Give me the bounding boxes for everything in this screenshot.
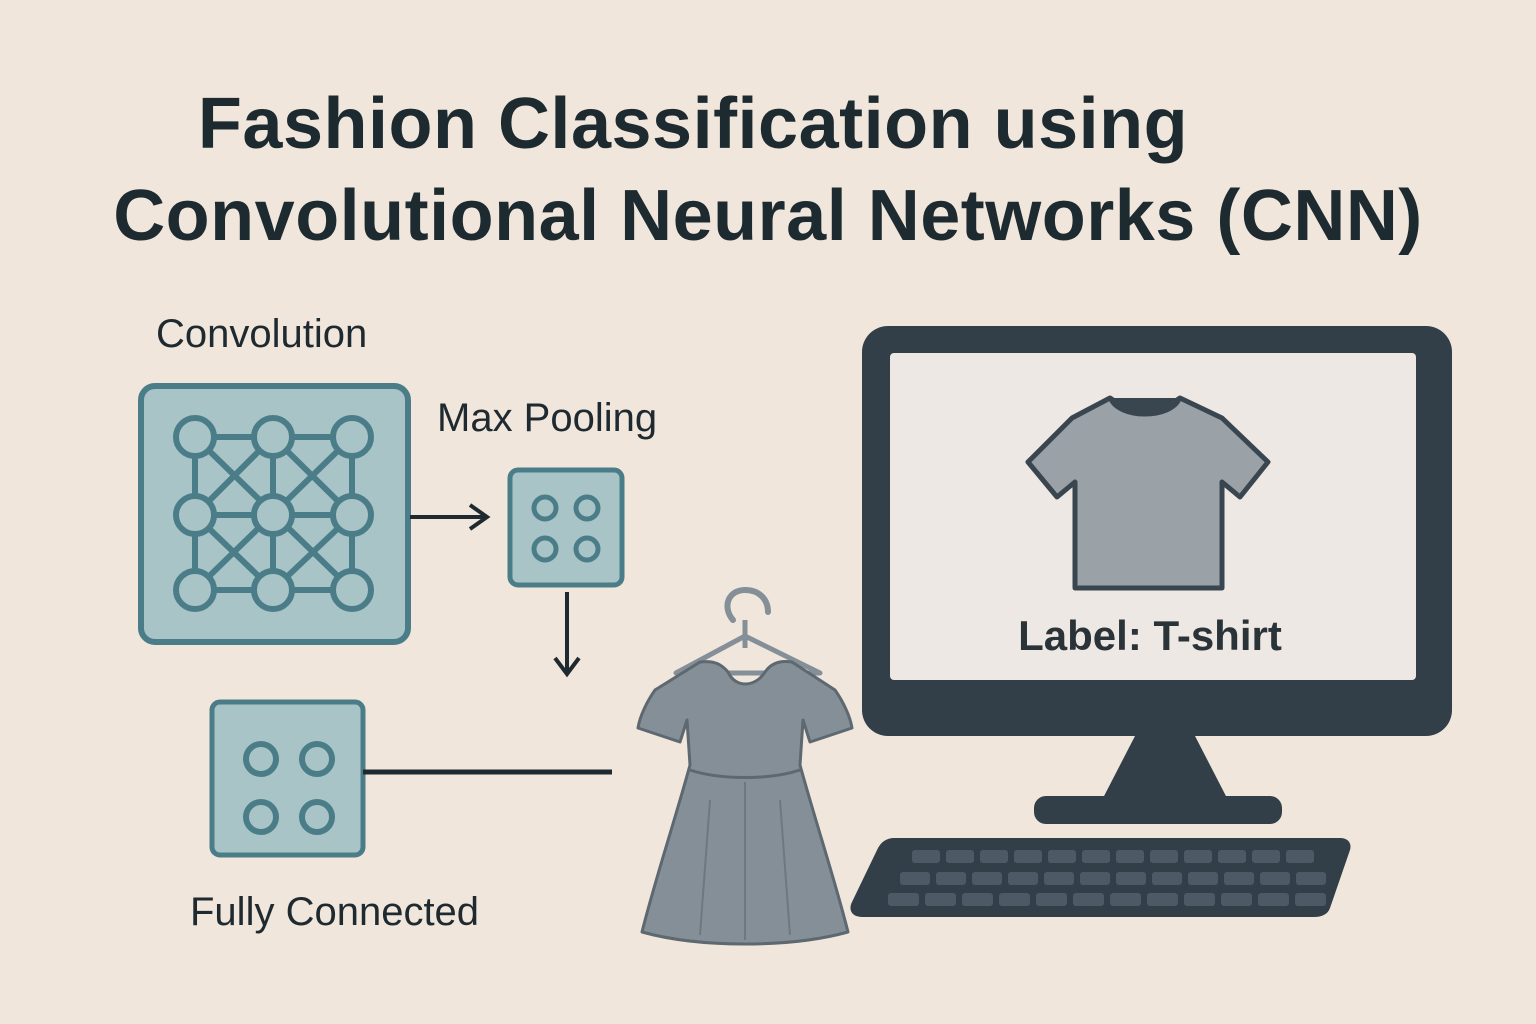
keyboard-key	[972, 872, 1002, 885]
keyboard-key	[1184, 850, 1212, 863]
keyboard-key	[1286, 850, 1314, 863]
keyboard-icon	[850, 838, 1351, 917]
keyboard-key	[980, 850, 1008, 863]
keyboard-key	[1080, 872, 1110, 885]
keyboard-key	[1044, 872, 1074, 885]
arrow-pool-down	[553, 592, 581, 678]
keyboard-key	[1073, 893, 1104, 906]
keyboard-key	[888, 893, 919, 906]
keyboard-key	[1150, 850, 1178, 863]
keyboard-key	[925, 893, 956, 906]
keyboard-key	[1116, 872, 1146, 885]
keyboard-key	[946, 850, 974, 863]
keyboard-key	[936, 872, 966, 885]
keyboard-key	[1014, 850, 1042, 863]
keyboard-key	[1260, 872, 1290, 885]
keyboard-key	[1252, 850, 1280, 863]
keyboard-key	[1224, 872, 1254, 885]
convolution-nodes	[173, 415, 374, 612]
dress-on-hanger-icon	[636, 586, 854, 946]
keyboard-key	[1152, 872, 1182, 885]
cnn-diagram	[138, 326, 1452, 946]
arrow-conv-to-pool	[410, 503, 491, 531]
keyboard-key	[1218, 850, 1246, 863]
keyboard-key	[1048, 850, 1076, 863]
keyboard-key	[912, 850, 940, 863]
keyboard-key	[1188, 872, 1218, 885]
max-pooling-block	[507, 467, 625, 588]
fully-connected-block	[209, 699, 366, 858]
keyboard-key	[1147, 893, 1178, 906]
keyboard-key	[1036, 893, 1067, 906]
keyboard-key	[1221, 893, 1252, 906]
keyboard-key	[999, 893, 1030, 906]
keyboard-key	[900, 872, 930, 885]
keyboard-key	[1110, 893, 1141, 906]
keyboard-key	[1184, 893, 1215, 906]
monitor-label: Label: T-shirt	[1018, 612, 1282, 659]
convolution-block	[138, 383, 411, 645]
keyboard-key	[962, 893, 993, 906]
keyboard-key	[1295, 893, 1326, 906]
keyboard-key	[1296, 872, 1326, 885]
keyboard-key	[1116, 850, 1144, 863]
keyboard-key	[1082, 850, 1110, 863]
keyboard-key	[1258, 893, 1289, 906]
keyboard-key	[1008, 872, 1038, 885]
